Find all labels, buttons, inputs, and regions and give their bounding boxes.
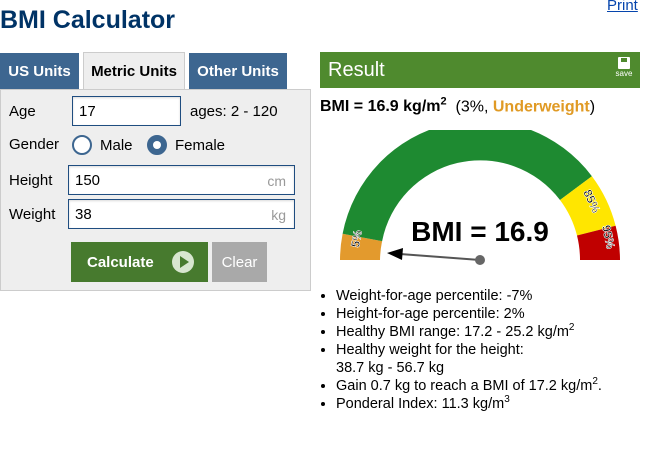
result-header: Result save (320, 52, 640, 88)
tab-metric-units[interactable]: Metric Units (83, 52, 185, 90)
weight-input-value: 38 (75, 205, 92, 223)
weight-input[interactable]: 38 kg (68, 199, 295, 229)
list-item: Healthy weight for the height:38.7 kg - … (336, 341, 640, 377)
calculate-label: Calculate (87, 253, 154, 271)
height-label: Height (9, 172, 53, 189)
height-unit: cm (267, 173, 286, 189)
list-item: Weight-for-age percentile: -7% (336, 287, 640, 305)
bmi-exponent: 2 (440, 96, 447, 108)
gender-male-label[interactable]: Male (100, 137, 133, 154)
gender-female-radio[interactable] (147, 135, 167, 155)
gauge-needle-hub (475, 255, 485, 265)
gender-female-label[interactable]: Female (175, 137, 225, 154)
gauge-needle (399, 253, 481, 261)
gender-label: Gender (9, 136, 60, 153)
age-range-hint: ages: 2 - 120 (190, 103, 278, 120)
bmi-percent: (3%, (455, 98, 493, 116)
age-input-value: 17 (79, 102, 96, 120)
bmi-summary: BMI = 16.9 kg/m2 (3%, Underweight) (320, 96, 595, 116)
list-item: Gain 0.7 kg to reach a BMI of 17.2 kg/m2… (336, 377, 640, 395)
bmi-gauge: 5% 85% 95% BMI = 16.9 (340, 130, 620, 265)
save-button[interactable]: save (614, 57, 634, 83)
bmi-percent-close: ) (589, 98, 596, 116)
list-item: Ponderal Index: 11.3 kg/m3 (336, 395, 640, 413)
calculate-button[interactable]: Calculate (71, 242, 208, 282)
play-icon (172, 251, 194, 273)
save-label: save (615, 69, 633, 78)
age-label: Age (9, 103, 36, 120)
page-title: BMI Calculator (0, 6, 176, 34)
list-item: Height-for-age percentile: 2% (336, 305, 640, 323)
result-details-list: Weight-for-age percentile: -7% Height-fo… (320, 287, 640, 413)
gauge-bmi-text: BMI = 16.9 (411, 216, 549, 247)
clear-button[interactable]: Clear (212, 242, 267, 282)
age-input[interactable]: 17 (72, 96, 181, 126)
result-title: Result (328, 58, 385, 81)
tab-other-units[interactable]: Other Units (189, 53, 287, 89)
gauge-needle-tip (387, 248, 403, 260)
save-icon (618, 57, 630, 69)
list-item: Healthy BMI range: 17.2 - 25.2 kg/m2 (336, 323, 640, 341)
weight-label: Weight (9, 206, 56, 223)
weight-unit: kg (271, 207, 286, 223)
height-input[interactable]: 150 cm (68, 165, 295, 195)
height-input-value: 150 (75, 171, 101, 189)
print-link[interactable]: Print (607, 0, 638, 14)
tab-us-units[interactable]: US Units (0, 53, 79, 89)
bmi-value: BMI = 16.9 kg/m (320, 98, 441, 116)
gender-male-radio[interactable] (72, 135, 92, 155)
bmi-category: Underweight (492, 98, 590, 116)
